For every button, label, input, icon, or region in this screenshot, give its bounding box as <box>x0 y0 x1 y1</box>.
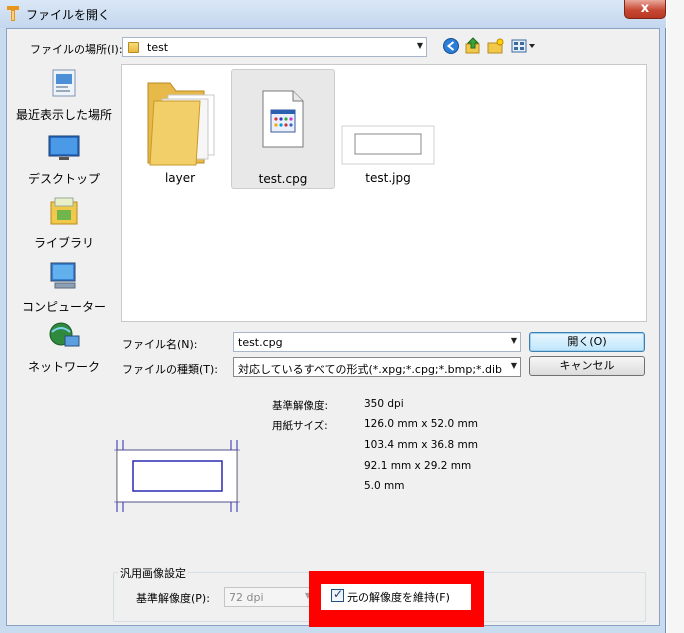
folder-icon <box>147 82 215 166</box>
general-settings-title: 汎用画像設定 <box>118 565 188 581</box>
resolution-label: 基準解像度: <box>272 400 329 412</box>
folder-icon <box>128 42 139 53</box>
resolution-value: 350 dpi <box>364 398 404 410</box>
back-icon[interactable] <box>442 37 460 55</box>
file-item-test-cpg[interactable]: test.cpg <box>231 69 335 189</box>
location-label: ファイルの場所(I): <box>30 43 123 56</box>
jpg-thumbnail-icon <box>341 125 435 165</box>
title-bar[interactable]: ファイルを開く x <box>0 0 666 28</box>
filetype-select[interactable]: 対応しているすべての形式(*.xpg;*.cpg;*.bmp;*.dib;*.j… <box>233 357 521 377</box>
place-network[interactable]: ネットワーク <box>13 320 115 375</box>
libraries-icon <box>50 197 78 225</box>
file-item-test-jpg[interactable]: test.jpg <box>336 69 440 189</box>
places-bar: 最近表示した場所 デスクトップ ライブラリ コンピューター ネットワーク <box>13 64 115 384</box>
place-recent[interactable]: 最近表示した場所 <box>13 68 115 123</box>
filename-input[interactable]: test.cpg ▼ <box>233 332 521 352</box>
chevron-down-icon[interactable]: ▼ <box>417 41 423 50</box>
recent-places-icon <box>52 69 76 97</box>
up-folder-icon[interactable] <box>464 37 482 55</box>
open-button[interactable]: 開く(O) <box>529 332 645 352</box>
paper-size-value: 103.4 mm x 36.8 mm <box>364 439 478 451</box>
paper-size-value: 5.0 mm <box>364 480 405 492</box>
window-title: ファイルを開く <box>26 8 111 22</box>
keep-resolution-option[interactable]: ✓ 元の解像度を維持(F) <box>321 584 471 610</box>
close-button[interactable]: x <box>624 0 666 19</box>
keep-resolution-label: 元の解像度を維持(F) <box>347 591 450 604</box>
paper-size-label: 用紙サイズ: <box>272 420 328 432</box>
chevron-down-icon[interactable]: ▼ <box>511 336 517 345</box>
app-icon <box>7 6 19 21</box>
general-resolution-select: 72 dpi ▼ <box>224 587 316 607</box>
chevron-down-icon[interactable]: ▼ <box>511 361 517 370</box>
computer-icon <box>50 262 76 289</box>
filetype-label: ファイルの種類(T): <box>122 363 219 376</box>
checkmark-icon: ✓ <box>333 587 344 601</box>
location-value: test <box>147 41 169 54</box>
open-file-dialog: ファイルを開く x ファイルの場所(I): test ▼ 最近表示した場所 デス… <box>0 0 666 633</box>
network-icon <box>49 322 80 347</box>
view-menu-icon[interactable] <box>511 37 537 55</box>
paper-size-value: 92.1 mm x 29.2 mm <box>364 460 472 472</box>
place-desktop[interactable]: デスクトップ <box>13 132 115 187</box>
place-computer[interactable]: コンピューター <box>13 260 115 315</box>
cpg-file-icon <box>262 90 304 148</box>
background-window <box>667 0 684 633</box>
new-folder-icon[interactable] <box>487 37 505 55</box>
paper-size-value: 126.0 mm x 52.0 mm <box>364 418 478 430</box>
place-libraries[interactable]: ライブラリ <box>13 196 115 251</box>
general-resolution-label: 基準解像度(P): <box>136 592 210 605</box>
file-name: layer <box>164 171 196 185</box>
filename-label: ファイル名(N): <box>122 338 198 351</box>
desktop-icon <box>48 135 80 160</box>
file-name: test.cpg <box>258 172 308 186</box>
file-list[interactable]: layer test.cpg test.jpg <box>121 64 647 322</box>
page-preview <box>114 440 240 512</box>
file-name: test.jpg <box>365 171 411 185</box>
cancel-button[interactable]: キャンセル <box>529 356 645 376</box>
keep-resolution-checkbox[interactable]: ✓ <box>331 587 344 602</box>
location-combo[interactable]: test ▼ <box>122 37 427 57</box>
file-item-layer[interactable]: layer <box>128 69 232 189</box>
